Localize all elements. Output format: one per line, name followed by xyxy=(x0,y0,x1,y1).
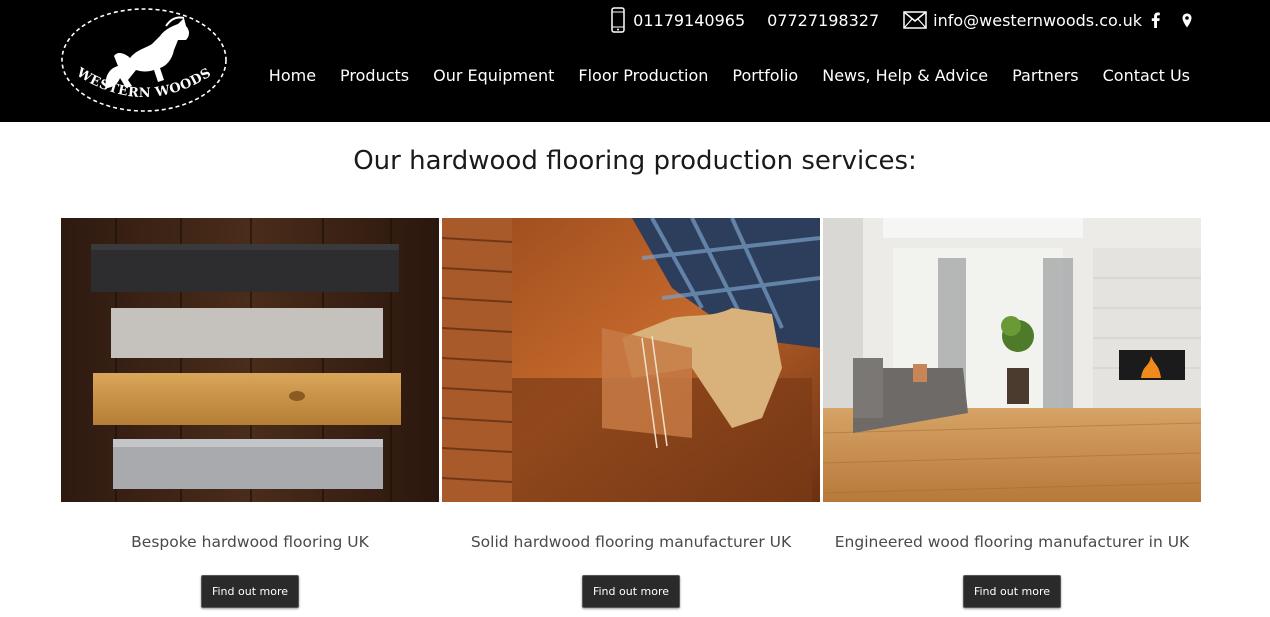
phone-primary-text: 01179140965 xyxy=(633,10,746,30)
find-out-more-button[interactable]: Find out more xyxy=(201,575,299,608)
facebook-icon xyxy=(1151,12,1160,28)
page-heading: Our hardwood flooring production service… xyxy=(353,146,917,176)
nav-our-equipment[interactable]: Our Equipment xyxy=(433,66,554,85)
email-link[interactable]: info@westernwoods.co.uk xyxy=(903,11,1142,30)
solid-flooring-image xyxy=(442,218,820,502)
service-card-solid: Solid hardwood flooring manufacturer UK … xyxy=(442,218,820,608)
find-out-more-button[interactable]: Find out more xyxy=(963,575,1061,608)
service-caption: Bespoke hardwood flooring UK xyxy=(131,533,369,551)
site-header: WESTERN WOODS 01179140965 07727198327 in… xyxy=(0,0,1270,122)
nav-partners[interactable]: Partners xyxy=(1012,66,1078,85)
find-out-more-button[interactable]: Find out more xyxy=(582,575,680,608)
envelope-icon xyxy=(903,11,927,29)
location-link[interactable] xyxy=(1182,13,1192,28)
email-text: info@westernwoods.co.uk xyxy=(933,10,1142,30)
nav-contact-us[interactable]: Contact Us xyxy=(1103,66,1190,85)
service-card-bespoke: Bespoke hardwood flooring UK Find out mo… xyxy=(61,218,439,608)
mobile-phone-icon xyxy=(611,7,625,33)
phone-primary[interactable]: 01179140965 xyxy=(611,7,745,33)
engineered-flooring-image xyxy=(823,218,1201,502)
nav-products[interactable]: Products xyxy=(340,66,409,85)
nav-news-help-advice[interactable]: News, Help & Advice xyxy=(822,66,988,85)
bespoke-flooring-image xyxy=(61,218,439,502)
phone-secondary-text: 07727198327 xyxy=(767,10,880,30)
phone-secondary[interactable]: 07727198327 xyxy=(767,11,879,30)
service-card-engineered: Engineered wood flooring manufacturer in… xyxy=(823,218,1201,608)
map-pin-icon xyxy=(1182,13,1192,28)
service-caption: Solid hardwood flooring manufacturer UK xyxy=(470,533,792,551)
nav-home[interactable]: Home xyxy=(269,66,316,85)
nav-portfolio[interactable]: Portfolio xyxy=(732,66,798,85)
nav-floor-production[interactable]: Floor Production xyxy=(578,66,708,85)
contact-bar: 01179140965 07727198327 info@westernwood… xyxy=(611,7,1192,33)
facebook-link[interactable] xyxy=(1151,12,1160,28)
western-woods-logo[interactable]: WESTERN WOODS xyxy=(60,6,228,114)
main-nav: Home Products Our Equipment Floor Produc… xyxy=(269,66,1190,85)
service-caption: Engineered wood flooring manufacturer in… xyxy=(834,533,1190,551)
